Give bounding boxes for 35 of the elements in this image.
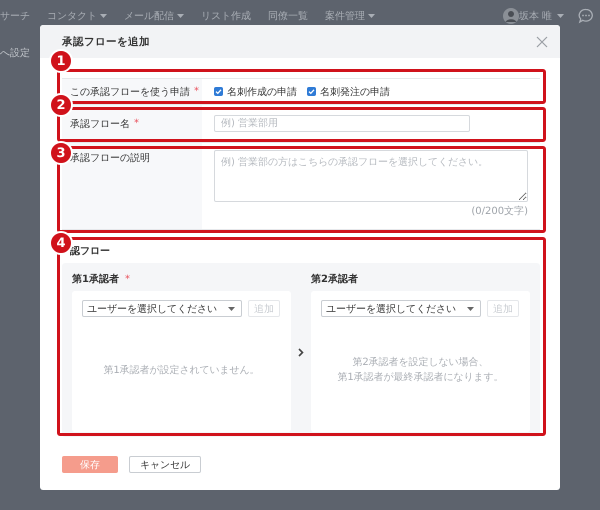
nav-item[interactable]: メール配信 [124,9,184,23]
cancel-button[interactable]: キャンセル [129,456,201,473]
nav-item[interactable]: 案件管理 [325,9,375,23]
required-mark: * [194,86,199,97]
breadcrumb-text: へ設定 [0,46,30,60]
chat-icon[interactable] [578,8,594,24]
user-select[interactable]: ユーザーを選択してください [321,300,481,317]
checkbox-option[interactable]: 名刺発注の申請 [307,84,390,98]
nav-item[interactable]: リスト作成 [201,9,251,23]
required-mark: * [134,118,139,129]
approver-label: 第2承認者 [311,272,358,286]
user-menu[interactable]: 坂本 唯 [518,9,564,23]
field-label: この承認フローを使う申請 [70,86,190,98]
close-icon[interactable] [536,36,548,48]
avatar-icon [502,8,519,24]
character-counter: (0/200文字) [471,206,528,218]
required-mark: * [124,274,130,284]
approver-label: 第1承認者 [72,272,119,286]
empty-message: 第2承認者を設定しない場合、 [352,356,489,370]
nav-item[interactable]: 同僚一覧 [268,9,308,23]
caret-icon [467,306,474,310]
chevron-right-icon [298,348,304,356]
user-select[interactable]: ユーザーを選択してください [82,300,242,317]
checkbox[interactable] [214,87,223,96]
empty-message: 第1承認者が設定されていません。 [103,364,260,378]
nav-item[interactable]: サーチ [0,9,30,23]
caret-icon [228,306,235,310]
checkbox-option[interactable]: 名刺作成の申請 [214,84,297,98]
description-field[interactable]: 例) 営業部の方はこちらの承認フローを選択してください。 [214,150,528,202]
field-label: 承認フロー名 [70,118,130,130]
empty-message: 第1承認者が最終承認者になります。 [337,370,504,385]
text-field[interactable]: 例) 営業部用 [214,115,470,132]
dialog-title: 承認フローを追加 [62,34,150,48]
nav-item[interactable]: コンタクト [47,9,107,23]
checkbox[interactable] [307,87,316,96]
